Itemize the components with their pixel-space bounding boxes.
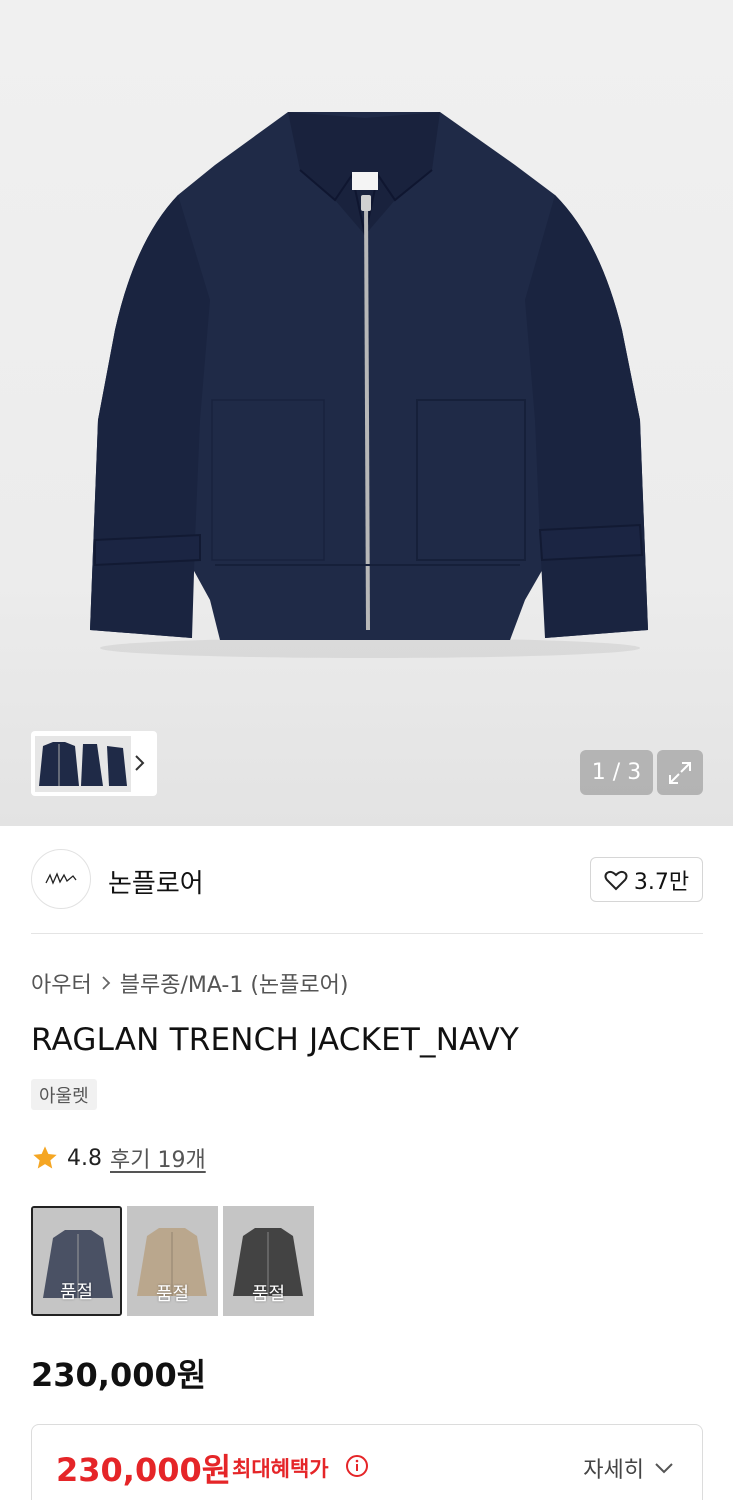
image-counter: 1 / 3	[580, 750, 653, 795]
benefit-price: 230,000원	[56, 1451, 232, 1489]
color-option-navy[interactable]: 품절	[31, 1206, 122, 1316]
rating-row: 4.8 후기 19개	[31, 1142, 206, 1174]
product-price: 230,000원	[31, 1356, 207, 1394]
like-count: 3.7만	[633, 869, 690, 895]
thumbnail-strip[interactable]	[31, 731, 157, 796]
outlet-badge: 아울렛	[31, 1079, 97, 1110]
chevron-right-icon	[102, 976, 111, 990]
like-button[interactable]: 3.7만	[590, 857, 703, 902]
breadcrumb-subcategory[interactable]: 블루종/MA-1 (논플로어)	[120, 967, 349, 999]
detail-label: 자세히	[583, 1458, 644, 1483]
soldout-label: 품절	[59, 1282, 94, 1303]
product-image-gallery[interactable]: 1 / 3	[0, 0, 733, 826]
soldout-label: 품절	[155, 1284, 190, 1305]
detail-toggle[interactable]: 자세히	[583, 1452, 674, 1484]
breadcrumb-category[interactable]: 아우터	[31, 967, 92, 999]
product-image	[90, 112, 648, 658]
rating-score: 4.8	[67, 1145, 102, 1171]
max-benefit-box[interactable]: 230,000원 최대혜택가 자세히	[31, 1424, 703, 1500]
breadcrumb: 아우터 블루종/MA-1 (논플로어)	[31, 967, 348, 999]
brand-name[interactable]: 논플로어	[108, 863, 204, 900]
brand-row: 논플로어 3.7만	[31, 849, 703, 911]
color-option-beige[interactable]: 품절	[127, 1206, 218, 1316]
product-title: RAGLAN TRENCH JACKET_NAVY	[31, 1022, 520, 1058]
benefit-label: 최대혜택가	[232, 1457, 329, 1481]
brand-logo[interactable]	[31, 849, 91, 909]
brand-logo-icon	[45, 872, 77, 885]
color-options: 품절 품절 품절	[31, 1206, 314, 1316]
chevron-down-icon	[655, 1463, 673, 1474]
color-option-black[interactable]: 품절	[223, 1206, 314, 1316]
star-icon	[33, 1146, 57, 1169]
heart-icon	[604, 870, 628, 890]
expand-icon	[669, 761, 691, 784]
divider	[31, 933, 703, 934]
chevron-right-icon[interactable]	[133, 753, 147, 773]
expand-button[interactable]	[657, 750, 703, 795]
thumbnail-images[interactable]	[35, 735, 131, 792]
soldout-label: 품절	[251, 1284, 286, 1305]
info-icon[interactable]	[345, 1454, 369, 1478]
review-count-link[interactable]: 후기 19개	[110, 1142, 206, 1174]
